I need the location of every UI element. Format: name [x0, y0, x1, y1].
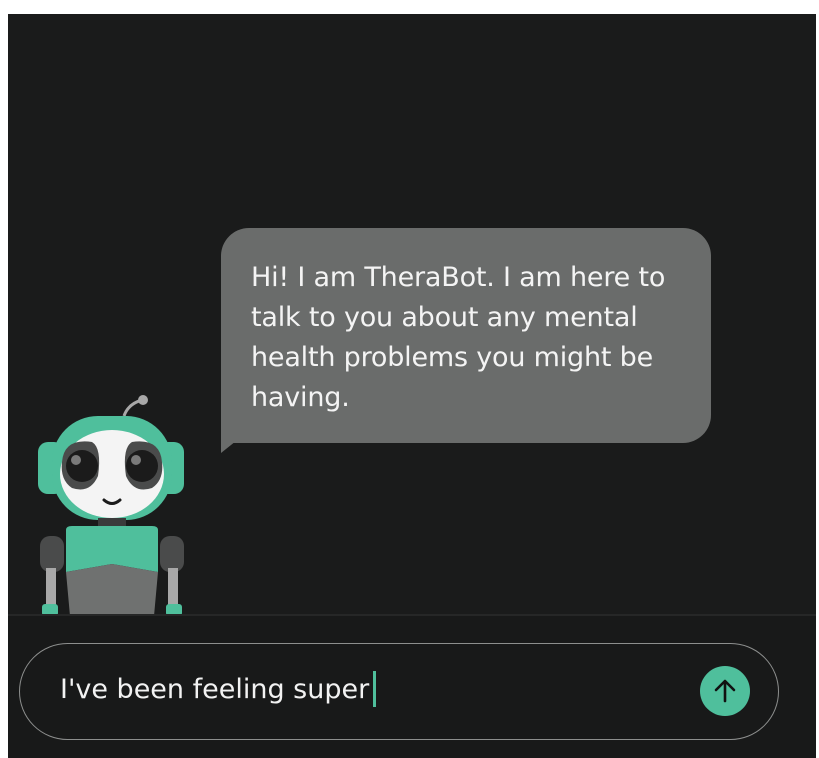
send-button[interactable]: [700, 666, 750, 716]
message-input[interactable]: I've been feeling super: [19, 643, 779, 740]
bot-message-bubble: Hi! I am TheraBot. I am here to talk to …: [221, 228, 711, 443]
text-caret: [373, 670, 377, 707]
robot-right-eye: [126, 450, 158, 482]
message-input-value: I've been feeling super: [60, 674, 370, 705]
robot-right-eye-glint: [131, 455, 141, 465]
robot-left-eye: [66, 450, 98, 482]
therabot-avatar: [38, 395, 184, 616]
robot-lower-body: [66, 564, 158, 616]
robot-left-shoulder: [40, 536, 64, 572]
robot-left-eye-glint: [71, 455, 81, 465]
arrow-up-icon: [714, 679, 736, 703]
chat-area: Hi! I am TheraBot. I am here to talk to …: [8, 14, 816, 616]
message-input-text[interactable]: I've been feeling super: [60, 670, 377, 710]
robot-right-arm: [168, 568, 178, 610]
bot-message-text: Hi! I am TheraBot. I am here to talk to …: [251, 262, 666, 413]
robot-left-arm: [46, 568, 56, 610]
robot-antenna-tip: [138, 395, 148, 405]
robot-right-shoulder: [160, 536, 184, 572]
